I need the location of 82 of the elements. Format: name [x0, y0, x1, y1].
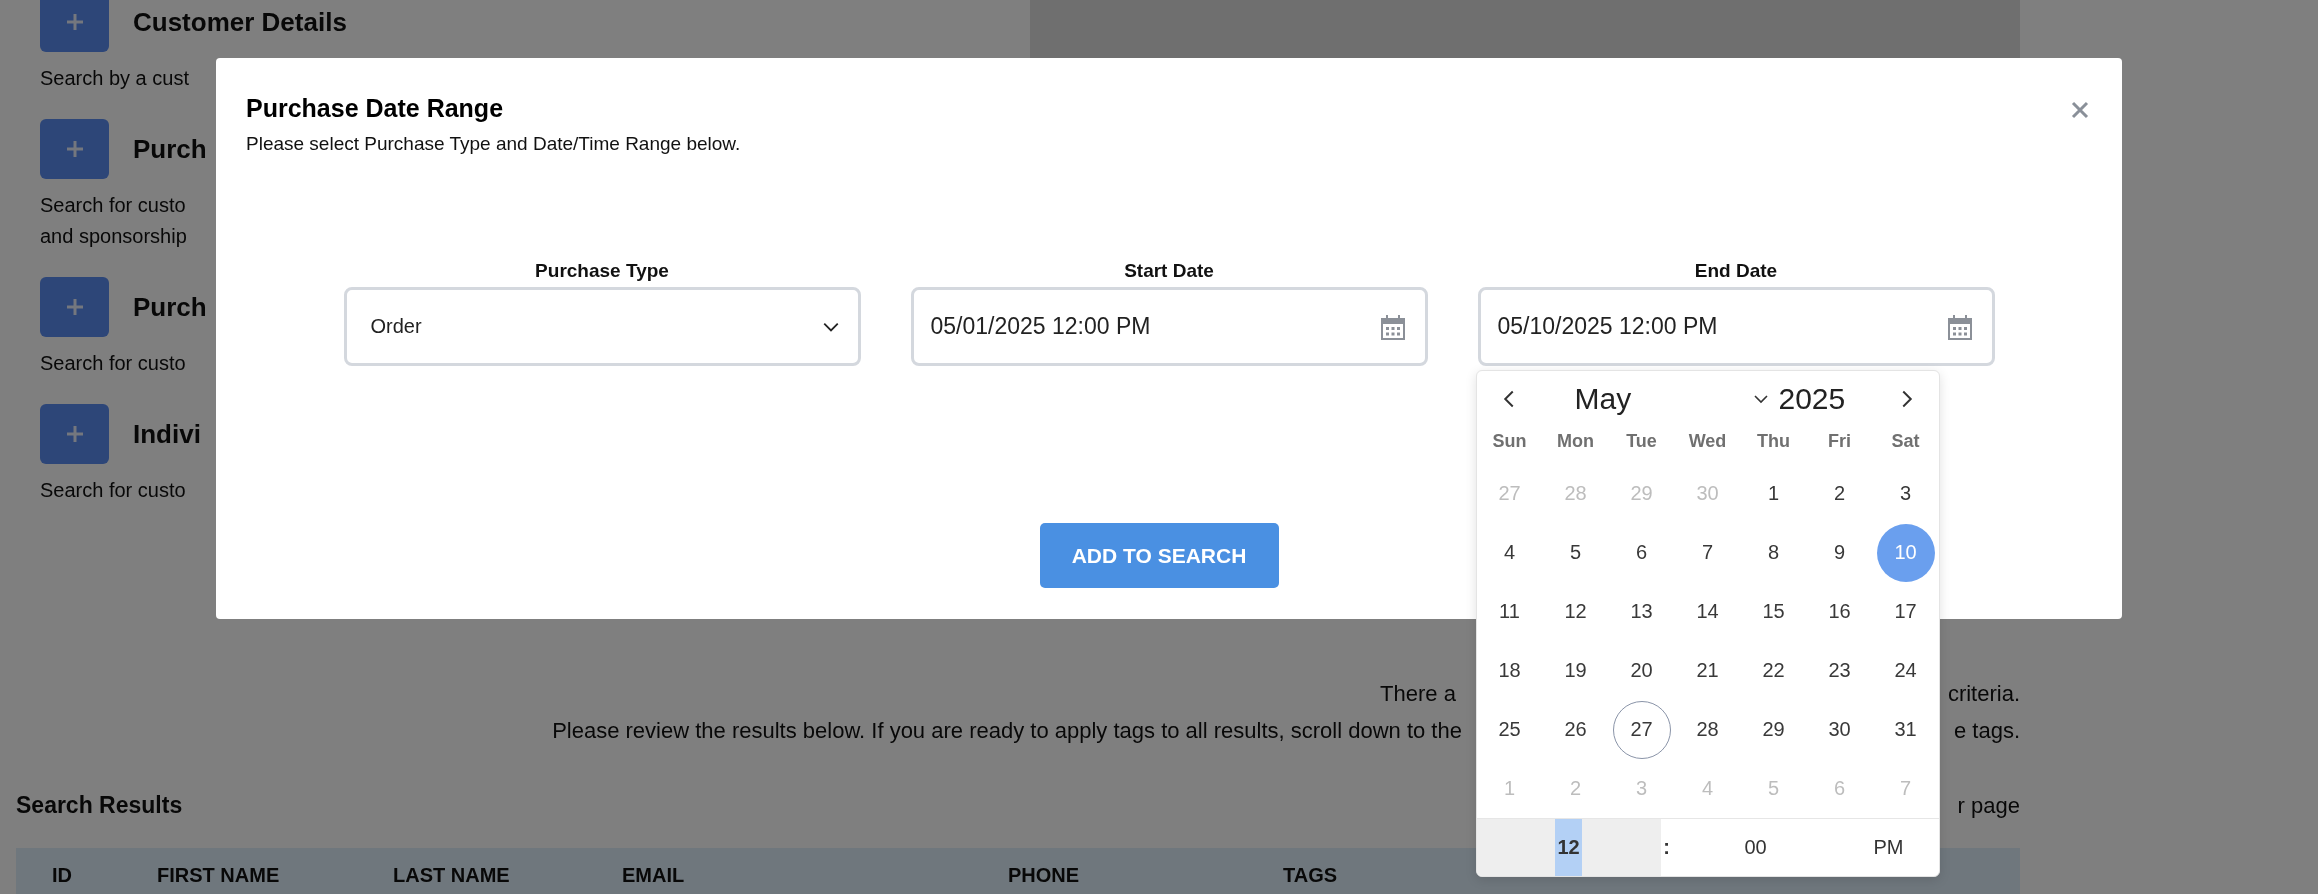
calendar-day[interactable]: 28: [1678, 700, 1737, 759]
weekday-label: Tue: [1625, 430, 1658, 452]
plus-icon: [64, 424, 85, 444]
calendar-day[interactable]: 25: [1480, 700, 1539, 759]
calendar-day[interactable]: 5: [1546, 523, 1605, 582]
field-label: Purchase Type: [535, 259, 669, 283]
section-title: Purch: [133, 133, 207, 165]
calendar-day[interactable]: 21: [1678, 641, 1737, 700]
results-message: criteria.: [1947, 680, 2020, 707]
add-criteria-button[interactable]: [40, 0, 109, 52]
weekday-label: Wed: [1687, 430, 1728, 452]
column-header: TAGS: [1283, 863, 1339, 887]
results-message: Please review the results below. If you are ready to apply tags to all results, scroll down to the: [552, 717, 1462, 744]
year-field[interactable]: 2025: [1778, 381, 1893, 416]
section-description: Search for custo: [40, 193, 187, 218]
per-page-label: r page: [1957, 792, 2020, 819]
section-description: and sponsorship: [40, 224, 188, 249]
section-description: Search for custo: [40, 478, 187, 503]
calendar-day[interactable]: 29: [1744, 700, 1803, 759]
section-title: Customer Details: [133, 6, 347, 38]
weekday-label: Fri: [1827, 430, 1852, 452]
am-pm-toggle[interactable]: PM: [1838, 819, 1939, 876]
weekday-label: Sun: [1491, 430, 1528, 452]
date-field[interactable]: 05/01/2025 12:00 PM: [910, 287, 1428, 366]
weekday-label: Thu: [1756, 430, 1791, 452]
modal-title: Purchase Date Range: [246, 93, 505, 124]
section-description: Search by a cust: [40, 66, 190, 91]
calendar-day[interactable]: 14: [1678, 582, 1737, 641]
calendar-day[interactable]: 3: [1876, 464, 1935, 523]
close-icon: [2070, 100, 2090, 120]
results-message: e tags.: [1953, 717, 2020, 744]
add-criteria-button[interactable]: [40, 119, 109, 179]
hour-field[interactable]: 12: [1476, 819, 1661, 876]
weekday-label: Sat: [1890, 430, 1921, 452]
plus-icon: [64, 297, 85, 317]
calendar-day[interactable]: 23: [1810, 641, 1869, 700]
results-message: There a: [1380, 680, 1456, 707]
calendar-day[interactable]: 18: [1480, 641, 1539, 700]
calendar-day[interactable]: 31: [1876, 700, 1935, 759]
calendar-day[interactable]: 30: [1810, 700, 1869, 759]
section-title: Indivi: [133, 418, 201, 450]
column-header: EMAIL: [622, 863, 686, 887]
field-label: End Date: [1694, 259, 1778, 283]
modal-subtitle: Please select Purchase Type and Date/Time Range below.: [246, 132, 741, 156]
section-title: Purch: [133, 291, 207, 323]
calendar-day[interactable]: 1: [1744, 464, 1803, 523]
calendar-day[interactable]: 12: [1546, 582, 1605, 641]
calendar-icon: [1380, 313, 1405, 340]
calendar-day[interactable]: 9: [1810, 523, 1869, 582]
calendar-day[interactable]: 13: [1612, 582, 1671, 641]
weekday-label: Mon: [1556, 430, 1595, 452]
calendar-day[interactable]: 8: [1744, 523, 1803, 582]
calendar-day[interactable]: 20: [1612, 641, 1671, 700]
plus-icon: [64, 12, 85, 32]
month-select[interactable]: May: [1574, 381, 1769, 416]
results-title: Search Results: [16, 792, 183, 819]
calendar-day[interactable]: 6: [1612, 523, 1671, 582]
column-header: PHONE: [1008, 863, 1081, 887]
calendar-day[interactable]: 7: [1678, 523, 1737, 582]
calendar-day[interactable]: 22: [1744, 641, 1803, 700]
column-header: LAST NAME: [393, 863, 511, 887]
calendar-day[interactable]: 26: [1546, 700, 1605, 759]
date-field[interactable]: 05/10/2025 12:00 PM: [1477, 287, 1995, 366]
minute-field[interactable]: 00: [1672, 819, 1839, 876]
plus-icon: [64, 139, 85, 159]
purchase-type-select[interactable]: Order: [343, 287, 861, 366]
calendar-day[interactable]: 4: [1480, 523, 1539, 582]
section-description: Search for custo: [40, 351, 187, 376]
column-header: FIRST NAME: [157, 863, 281, 887]
calendar-day[interactable]: 19: [1546, 641, 1605, 700]
calendar-day[interactable]: 11: [1480, 582, 1539, 641]
add-criteria-button[interactable]: [40, 277, 109, 337]
calendar-day[interactable]: 2: [1810, 464, 1869, 523]
calendar-day[interactable]: 16: [1810, 582, 1869, 641]
field-label: Start Date: [1124, 259, 1214, 283]
calendar-day[interactable]: 24: [1876, 641, 1935, 700]
calendar-icon: [1947, 313, 1972, 340]
calendar-day[interactable]: 17: [1876, 582, 1935, 641]
time-separator: :: [1662, 835, 1671, 860]
calendar-day[interactable]: 15: [1744, 582, 1803, 641]
column-header: ID: [52, 863, 73, 887]
add-criteria-button[interactable]: [40, 404, 109, 464]
